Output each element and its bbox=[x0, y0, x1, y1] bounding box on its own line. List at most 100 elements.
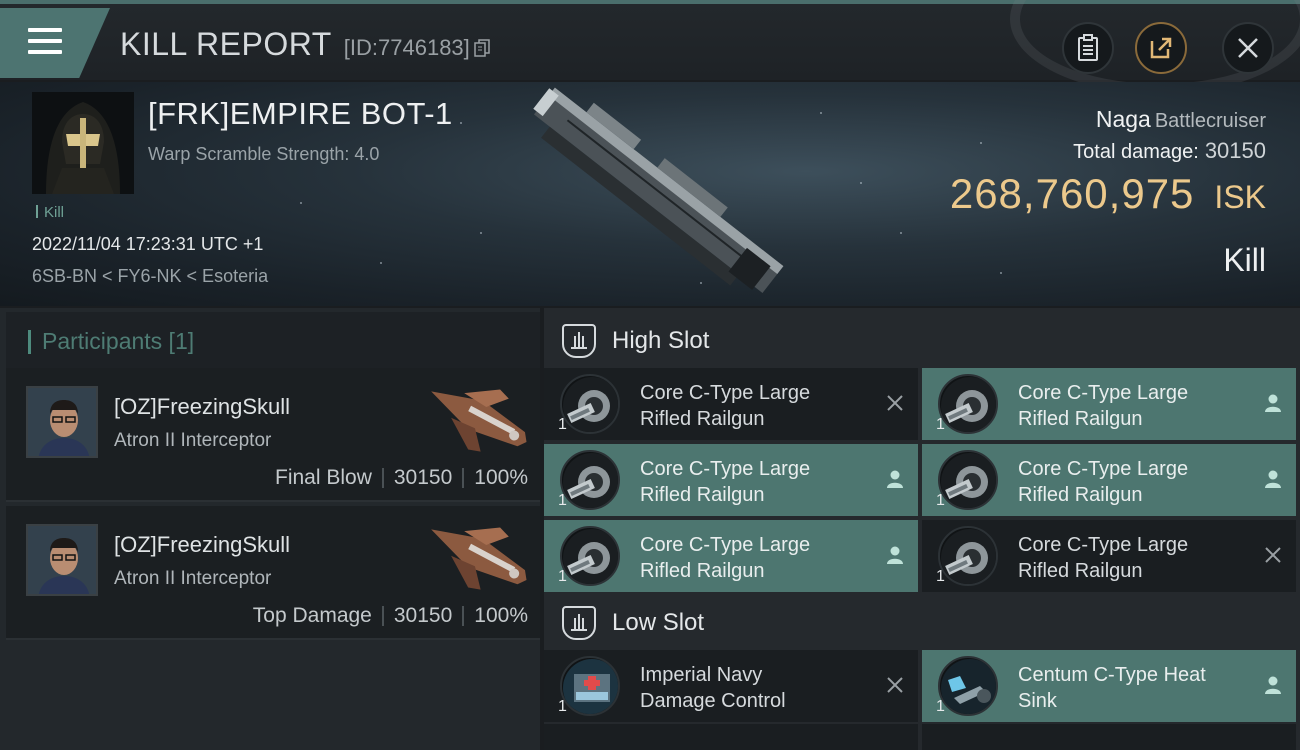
low-slot-header: Low Slot bbox=[544, 594, 1300, 652]
module-name-line-1: Core C-Type Large bbox=[640, 382, 811, 404]
victim-banner: [FRK]EMPIRE BOT-1 Warp Scramble Strength… bbox=[0, 82, 1300, 306]
victim-name: [FRK]EMPIRE BOT-1 bbox=[148, 96, 453, 131]
stats-divider bbox=[381, 468, 384, 488]
module-icon bbox=[938, 656, 998, 716]
copy-icon[interactable] bbox=[474, 39, 490, 57]
participant-damage: 30150 bbox=[393, 604, 453, 627]
module-name: Imperial Navy Damage Control bbox=[640, 662, 870, 714]
module-tile[interactable]: 1 Core C-Type Large Rifled Railgun bbox=[544, 368, 918, 440]
participants-header: Participants [1] bbox=[6, 312, 540, 368]
module-quantity: 1 bbox=[936, 568, 945, 585]
stats-divider bbox=[462, 468, 465, 488]
high-slot-icon bbox=[562, 324, 596, 358]
destroyed-x-icon bbox=[884, 392, 906, 414]
module-name: Core C-Type Large Rifled Railgun bbox=[640, 456, 870, 508]
module-quantity: 1 bbox=[558, 698, 567, 715]
module-name: Centum C-Type Heat Sink bbox=[1018, 662, 1248, 714]
module-name-line-2: Rifled Railgun bbox=[640, 484, 765, 506]
module-icon bbox=[560, 450, 620, 510]
module-name-line-1: Core C-Type Large bbox=[1018, 382, 1189, 404]
participant-name[interactable]: [OZ]FreezingSkull bbox=[114, 394, 290, 420]
high-slot-header: High Slot bbox=[544, 312, 1300, 370]
module-quantity: 1 bbox=[558, 568, 567, 585]
module-tile[interactable]: 1 Core C-Type Large Rifled Railgun bbox=[922, 444, 1296, 516]
module-name: Core C-Type Large Rifled Railgun bbox=[1018, 380, 1248, 432]
title-group: KILL REPORT [ID:7746183] bbox=[120, 26, 490, 63]
menu-button[interactable] bbox=[0, 8, 110, 78]
total-damage: Total damage: 30150 bbox=[1073, 138, 1266, 164]
participant-avatar[interactable] bbox=[26, 386, 98, 458]
high-slot-title: High Slot bbox=[612, 327, 710, 354]
total-damage-value: 30150 bbox=[1204, 138, 1266, 163]
victim-avatar[interactable] bbox=[32, 92, 134, 194]
low-slot-icon bbox=[562, 606, 596, 640]
module-icon bbox=[560, 374, 620, 434]
isk-unit: ISK bbox=[1214, 179, 1266, 215]
module-icon bbox=[938, 450, 998, 510]
module-name-line-2: Sink bbox=[1018, 690, 1057, 712]
module-tile[interactable]: 1 Core C-Type Large Rifled Railgun bbox=[544, 444, 918, 516]
result-label: Kill bbox=[1223, 242, 1266, 278]
participant-ship: Atron II Interceptor bbox=[114, 568, 272, 589]
clipboard-icon bbox=[1078, 34, 1098, 61]
low-slot-title: Low Slot bbox=[612, 609, 705, 636]
participant-damage: 30150 bbox=[393, 466, 453, 489]
participant-percent: 100% bbox=[474, 604, 528, 627]
module-name-line-2: Rifled Railgun bbox=[640, 560, 765, 582]
isk-value: 268,760,975 bbox=[949, 170, 1195, 217]
stats-divider bbox=[462, 606, 465, 626]
warp-scramble-strength: Warp Scramble Strength: 4.0 bbox=[148, 144, 380, 164]
kill-location[interactable]: 6SB-BN < FY6-NK < Esoteria bbox=[32, 266, 268, 287]
module-name-line-2: Rifled Railgun bbox=[1018, 408, 1143, 430]
participants-panel: Participants [1] [OZ]FreezingSkull Atron… bbox=[0, 308, 540, 750]
module-quantity: 1 bbox=[558, 416, 567, 433]
top-bar: KILL REPORT [ID:7746183] bbox=[0, 0, 1300, 94]
participant-row[interactable]: [OZ]FreezingSkull Atron II Interceptor T… bbox=[6, 506, 540, 640]
module-quantity: 1 bbox=[936, 416, 945, 433]
close-button[interactable] bbox=[1222, 22, 1274, 74]
participant-row[interactable]: [OZ]FreezingSkull Atron II Interceptor F… bbox=[6, 368, 540, 502]
participant-ship: Atron II Interceptor bbox=[114, 430, 272, 451]
total-damage-label: Total damage: bbox=[1073, 141, 1199, 163]
module-name-line-1: Core C-Type Large bbox=[640, 458, 811, 480]
participant-ship-render bbox=[431, 527, 527, 590]
participants-title: Participants [1] bbox=[28, 328, 194, 355]
module-icon bbox=[560, 526, 620, 586]
participant-percent: 100% bbox=[474, 466, 528, 489]
hamburger-icon bbox=[28, 28, 62, 61]
fitting-panel: High Slot 1 Core C-Type Large Rifled Railg… bbox=[544, 308, 1300, 750]
module-tile[interactable]: 1 Core C-Type Large Rifled Railgun bbox=[922, 520, 1296, 592]
clipboard-button[interactable] bbox=[1062, 22, 1114, 74]
person-icon bbox=[1262, 392, 1284, 414]
module-name: Core C-Type Large Rifled Railgun bbox=[1018, 456, 1248, 508]
ship-name[interactable]: Naga bbox=[1096, 106, 1151, 132]
participant-avatar[interactable] bbox=[26, 524, 98, 596]
module-name-line-2: Rifled Railgun bbox=[1018, 484, 1143, 506]
person-icon bbox=[884, 468, 906, 490]
module-name-line-1: Centum C-Type Heat bbox=[1018, 664, 1206, 686]
participant-name[interactable]: [OZ]FreezingSkull bbox=[114, 532, 290, 558]
module-name: Core C-Type Large Rifled Railgun bbox=[640, 532, 870, 584]
module-name-line-1: Imperial Navy bbox=[640, 664, 763, 686]
person-icon bbox=[884, 544, 906, 566]
kill-tag: Kill bbox=[36, 204, 64, 221]
module-tile[interactable]: 1 Core C-Type Large Rifled Railgun bbox=[922, 368, 1296, 440]
module-tile-partial[interactable] bbox=[544, 724, 918, 750]
stats-divider bbox=[381, 606, 384, 626]
module-tile[interactable]: 1 Imperial Navy Damage Control bbox=[544, 650, 918, 722]
destroyed-x-icon bbox=[884, 674, 906, 696]
module-tile-partial[interactable] bbox=[922, 724, 1296, 750]
module-tile[interactable]: 1 Core C-Type Large Rifled Railgun bbox=[544, 520, 918, 592]
module-name-line-1: Core C-Type Large bbox=[1018, 534, 1189, 556]
module-name-line-2: Rifled Railgun bbox=[1018, 560, 1143, 582]
module-name-line-1: Core C-Type Large bbox=[640, 534, 811, 556]
module-quantity: 1 bbox=[558, 492, 567, 509]
module-tile[interactable]: 1 Centum C-Type Heat Sink bbox=[922, 650, 1296, 722]
isk-value-row: 268,760,975 ISK bbox=[950, 170, 1266, 218]
person-icon bbox=[1262, 674, 1284, 696]
module-quantity: 1 bbox=[936, 698, 945, 715]
module-name-line-2: Damage Control bbox=[640, 690, 786, 712]
module-name-line-2: Rifled Railgun bbox=[640, 408, 765, 430]
share-button[interactable] bbox=[1135, 22, 1187, 74]
module-name: Core C-Type Large Rifled Railgun bbox=[1018, 532, 1248, 584]
